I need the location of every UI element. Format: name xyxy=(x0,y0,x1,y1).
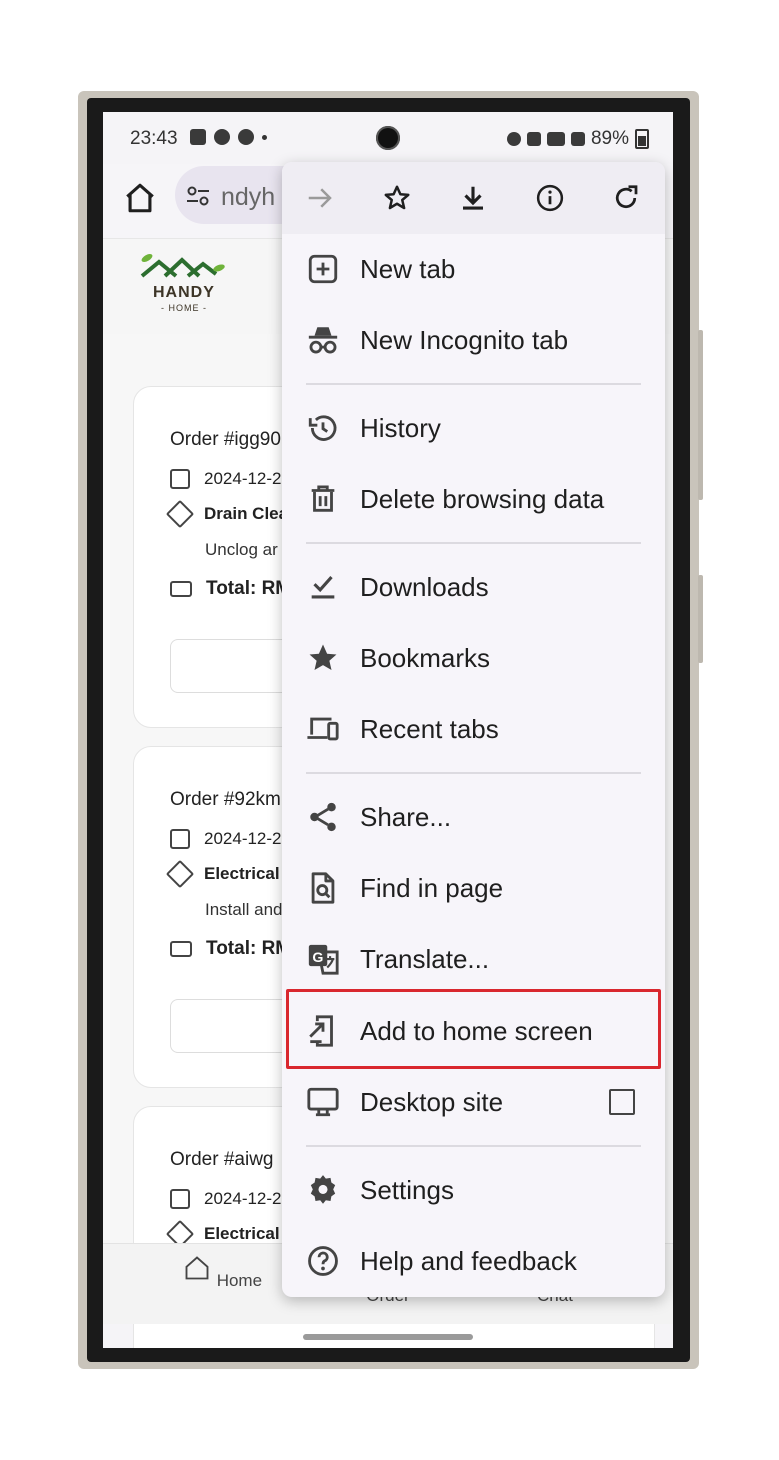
desktop-icon xyxy=(307,1087,339,1117)
nav-home[interactable]: Home xyxy=(162,1254,282,1291)
svg-text:G: G xyxy=(312,950,323,966)
calendar-icon xyxy=(170,829,190,849)
forward-arrow-icon[interactable] xyxy=(305,183,335,213)
menu-item-recent-tabs[interactable]: Recent tabs xyxy=(282,694,665,765)
gesture-bar xyxy=(303,1334,473,1340)
menu-item-label: Help and feedback xyxy=(360,1246,577,1276)
share-icon xyxy=(310,802,336,832)
power-button xyxy=(698,575,703,663)
menu-item-desktop-site[interactable]: Desktop site xyxy=(282,1067,665,1138)
order-service: Electrical xyxy=(204,864,280,883)
menu-item-label: Share... xyxy=(360,802,452,832)
highlight-box xyxy=(286,989,661,1069)
desktop-site-checkbox[interactable] xyxy=(609,1089,635,1115)
menu-item-downloads[interactable]: Downloads xyxy=(282,552,665,623)
order-title: Order #92km xyxy=(170,789,281,810)
history-icon xyxy=(308,415,337,441)
devices-icon xyxy=(307,717,339,741)
menu-item-delete-browsing-data[interactable]: Delete browsing data xyxy=(282,464,665,535)
menu-item-label: New Incognito tab xyxy=(360,325,569,355)
gallery-notification-icon xyxy=(190,129,206,145)
site-settings-icon[interactable] xyxy=(185,185,211,207)
menu-item-label: Find in page xyxy=(360,873,504,903)
package-icon xyxy=(165,859,195,889)
battery-percent: 89% xyxy=(590,128,629,149)
url-text: ndyh xyxy=(221,183,276,211)
menu-item-help-and-feedback[interactable]: Help and feedback xyxy=(282,1226,665,1297)
menu-item-label: New tab xyxy=(360,254,456,284)
menu-item-find-in-page[interactable]: Find in page xyxy=(282,853,665,924)
wifi-icon xyxy=(546,132,565,146)
download-icon[interactable] xyxy=(458,183,488,213)
incognito-icon xyxy=(308,327,338,354)
trash-icon xyxy=(311,485,335,512)
star-icon[interactable] xyxy=(382,183,412,213)
order-total: Total: RM xyxy=(206,578,292,599)
order-service: Drain Clea xyxy=(204,504,289,523)
home-icon xyxy=(185,1256,209,1280)
home-icon[interactable] xyxy=(123,181,157,215)
alarm-icon xyxy=(506,132,521,146)
volume-button xyxy=(698,330,703,500)
logo-subtitle: - HOME - xyxy=(161,303,207,313)
status-time: 23:43 xyxy=(130,128,178,149)
truck-icon xyxy=(170,941,192,957)
menu-item-label: Recent tabs xyxy=(360,714,499,744)
order-description: Unclog ar xyxy=(205,540,278,559)
menu-item-label: Settings xyxy=(360,1175,454,1205)
order-description: Install and xyxy=(205,900,283,919)
mute-icon xyxy=(526,132,541,146)
menu-divider xyxy=(306,542,641,544)
menu-item-translate[interactable]: G Translate... xyxy=(282,924,665,995)
front-camera xyxy=(376,126,400,150)
menu-item-label: History xyxy=(360,413,441,443)
calendar-icon xyxy=(170,469,190,489)
menu-divider xyxy=(306,1145,641,1147)
menu-item-new-incognito-tab[interactable]: New Incognito tab xyxy=(282,305,665,376)
menu-divider xyxy=(306,772,641,774)
order-title: Order #aiwg xyxy=(170,1149,274,1170)
new-tab-icon xyxy=(308,254,338,284)
menu-item-label: Downloads xyxy=(360,572,489,602)
package-icon xyxy=(165,499,195,529)
bookmark-star-icon xyxy=(309,644,337,671)
menu-item-bookmarks[interactable]: Bookmarks xyxy=(282,623,665,694)
help-icon xyxy=(308,1246,338,1276)
signal-icon xyxy=(570,132,585,146)
more-notifications-icon xyxy=(262,134,267,140)
nav-home-label: Home xyxy=(216,1271,263,1290)
menu-item-label: Bookmarks xyxy=(360,643,491,673)
order-date: 2024-12-2 xyxy=(204,469,282,488)
menu-item-label: Desktop site xyxy=(360,1087,504,1117)
order-title: Order #igg90 xyxy=(170,429,281,450)
order-date: 2024-12-2 xyxy=(204,1189,282,1208)
browser-overflow-menu: New tab New Incognito tab History Delete… xyxy=(282,162,665,1297)
gear-icon xyxy=(310,1175,336,1204)
order-service: Electrical xyxy=(204,1224,280,1243)
order-date: 2024-12-2 xyxy=(204,829,282,848)
order-total: Total: RM xyxy=(206,938,292,959)
menu-item-label: Translate... xyxy=(360,944,490,974)
menu-action-bar xyxy=(282,162,665,234)
chrome-notification-icon xyxy=(214,129,230,145)
menu-item-history[interactable]: History xyxy=(282,393,665,464)
facebook-notification-icon xyxy=(238,129,254,145)
battery-icon xyxy=(635,129,649,149)
truck-icon xyxy=(170,581,192,597)
refresh-icon[interactable] xyxy=(611,183,641,213)
menu-divider xyxy=(306,383,641,385)
menu-item-settings[interactable]: Settings xyxy=(282,1155,665,1226)
menu-item-share[interactable]: Share... xyxy=(282,782,665,853)
find-in-page-icon xyxy=(311,872,335,904)
calendar-icon xyxy=(170,1189,190,1209)
info-icon[interactable] xyxy=(535,183,565,213)
menu-item-label: Delete browsing data xyxy=(360,484,605,514)
translate-icon: G xyxy=(308,944,339,975)
status-bar: 23:43 89% xyxy=(103,112,673,164)
logo-title: HANDY xyxy=(153,284,215,301)
downloads-check-icon xyxy=(311,576,335,599)
menu-item-new-tab[interactable]: New tab xyxy=(282,234,665,305)
